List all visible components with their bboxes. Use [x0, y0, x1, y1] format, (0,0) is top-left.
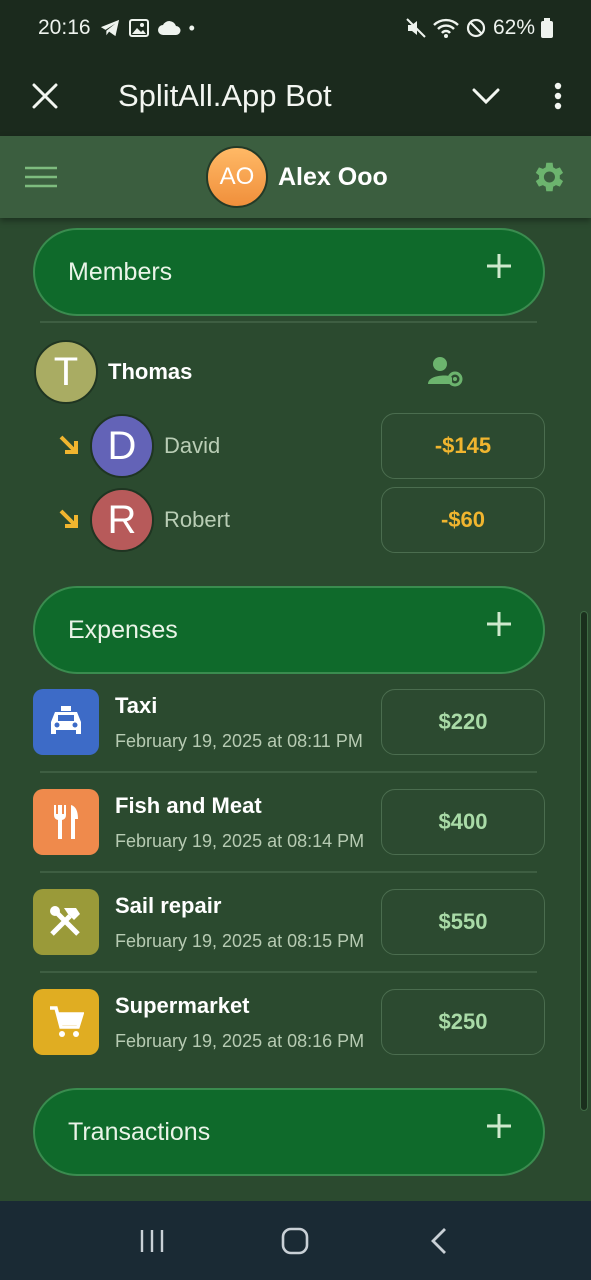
transactions-label: Transactions [68, 1117, 211, 1146]
amount-button-fish-and-meat[interactable]: $400 [381, 789, 545, 855]
do-not-disturb-icon [466, 18, 486, 38]
members-section-button[interactable]: Members [33, 228, 545, 316]
main-content[interactable]: Members T Thomas D David -$145 R Robert … [0, 218, 591, 1201]
avatar: T [34, 340, 98, 404]
member-name: Robert [164, 507, 231, 532]
home-button[interactable] [265, 1211, 325, 1271]
mute-icon [406, 18, 426, 38]
system-nav-bar [0, 1201, 591, 1280]
user-settings-icon[interactable] [428, 356, 464, 388]
app-header: AO Alex Ooo [0, 136, 591, 218]
expense-row-supermarket[interactable]: Supermarket February 19, 2025 at 08:16 P… [33, 989, 373, 1055]
expense-date: February 19, 2025 at 08:15 PM [115, 930, 365, 951]
cart-icon [33, 989, 99, 1055]
more-options-button[interactable] [525, 56, 591, 136]
dot-icon: • [188, 18, 195, 38]
member-row-thomas[interactable]: T Thomas [34, 340, 192, 404]
telegram-icon [100, 19, 119, 37]
chevron-down-icon [472, 88, 500, 105]
debt-row-david[interactable]: D David [58, 414, 220, 478]
back-button[interactable] [409, 1211, 469, 1271]
expense-row-sail-repair[interactable]: Sail repair February 19, 2025 at 08:15 P… [33, 889, 373, 955]
expenses-section-button[interactable]: Expenses [33, 586, 545, 674]
amount-button-robert[interactable]: -$60 [381, 487, 545, 553]
cloud-icon [157, 21, 181, 35]
image-icon [128, 19, 149, 37]
members-label: Members [68, 257, 173, 286]
wifi-icon [433, 18, 459, 38]
app-bar: SplitAll.App Bot [0, 56, 591, 136]
amount-button-sail-repair[interactable]: $550 [381, 889, 545, 955]
avatar: R [90, 488, 154, 552]
scrollbar[interactable] [580, 611, 588, 1111]
arrow-down-right-icon [59, 435, 78, 454]
recent-apps-icon [140, 1229, 164, 1252]
expense-title: Fish and Meat [115, 792, 262, 818]
user-profile[interactable]: AO Alex Ooo [206, 146, 388, 208]
expense-title: Supermarket [115, 992, 250, 1018]
tools-icon [33, 889, 99, 955]
divider [40, 771, 537, 773]
avatar: AO [206, 146, 268, 208]
collapse-button[interactable] [447, 56, 525, 136]
transactions-section-button[interactable]: Transactions [33, 1088, 545, 1176]
restaurant-icon [33, 789, 99, 855]
menu-button[interactable] [0, 136, 82, 218]
battery-icon [541, 18, 553, 38]
divider [40, 321, 537, 323]
expense-row-fish-and-meat[interactable]: Fish and Meat February 19, 2025 at 08:14… [33, 789, 373, 855]
expense-title: Taxi [115, 692, 158, 718]
expense-date: February 19, 2025 at 08:16 PM [115, 1030, 365, 1051]
amount-button-david[interactable]: -$145 [381, 413, 545, 479]
expense-date: February 19, 2025 at 08:11 PM [115, 730, 363, 751]
divider [40, 871, 537, 873]
expense-row-taxi[interactable]: Taxi February 19, 2025 at 08:11 PM [33, 689, 373, 755]
gear-icon[interactable] [529, 158, 567, 196]
debt-row-robert[interactable]: R Robert [58, 488, 230, 552]
hamburger-icon [25, 166, 57, 188]
add-member-icon[interactable] [485, 252, 513, 280]
member-name: David [164, 433, 221, 458]
app-title: SplitAll.App Bot [118, 78, 332, 113]
divider [40, 971, 537, 973]
expense-date: February 19, 2025 at 08:14 PM [115, 830, 365, 851]
arrow-down-right-icon [59, 509, 78, 528]
close-icon [32, 83, 58, 109]
home-icon [282, 1227, 309, 1254]
battery-percent: 62% [492, 16, 535, 39]
amount-button-taxi[interactable]: $220 [381, 689, 545, 755]
add-transaction-icon[interactable] [485, 1112, 513, 1140]
more-vertical-icon [554, 82, 562, 110]
add-expense-icon[interactable] [485, 610, 513, 638]
member-name: Thomas [108, 359, 193, 384]
user-name: Alex Ooo [278, 162, 388, 191]
taxi-icon [33, 689, 99, 755]
status-bar: 20:16 • 62% [0, 0, 591, 56]
close-button[interactable] [0, 56, 90, 136]
status-time: 20:16 [38, 16, 91, 39]
expenses-label: Expenses [68, 615, 178, 644]
avatar: D [90, 414, 154, 478]
back-icon [431, 1227, 447, 1254]
expense-title: Sail repair [115, 892, 222, 918]
amount-button-supermarket[interactable]: $250 [381, 989, 545, 1055]
recent-apps-button[interactable] [122, 1211, 182, 1271]
